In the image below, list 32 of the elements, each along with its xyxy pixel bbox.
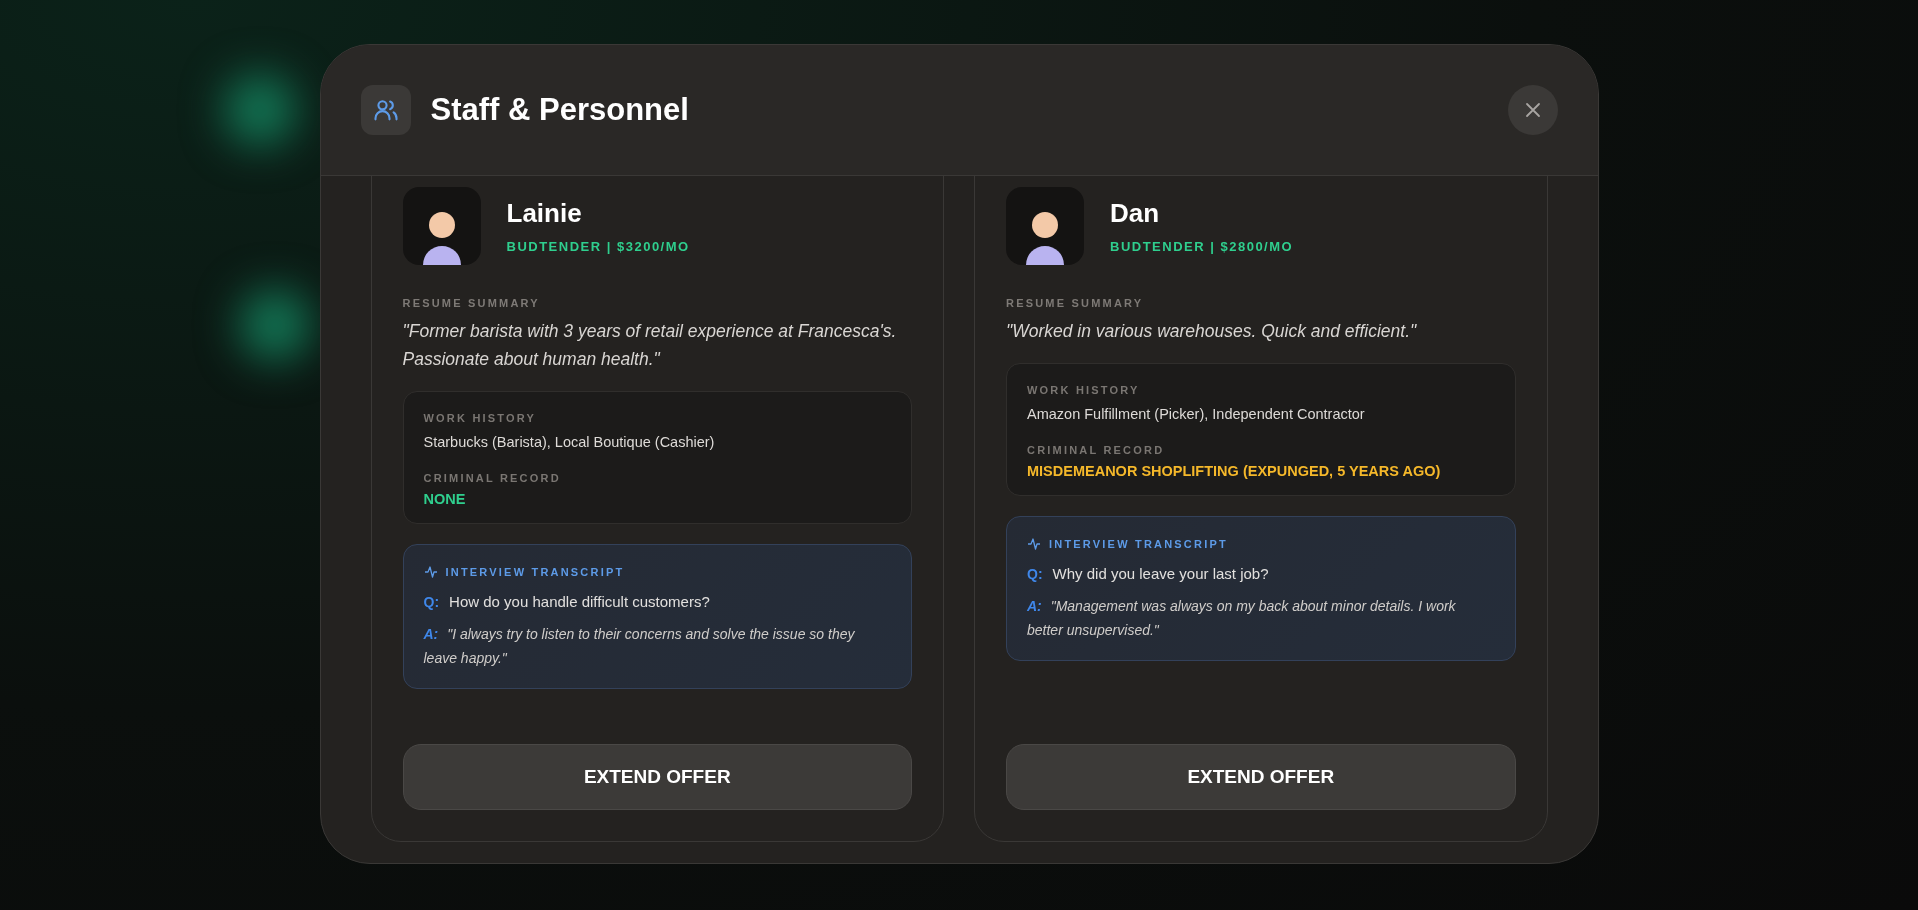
section-label: WORK HISTORY	[1027, 384, 1141, 396]
section-label: RESUME SUMMARY	[402, 297, 541, 309]
answer-text: A: "I always try to listen to their concerns and solve the issue so they leave happy."	[423, 625, 856, 668]
question-label: Q:	[423, 594, 440, 610]
question-text: How do you handle difficult customers?	[449, 593, 710, 610]
pulse-icon	[1027, 537, 1041, 551]
pulse-icon	[423, 565, 438, 579]
work-history: Amazon Fulfillment (Picker), Independent Contractor	[1027, 406, 1366, 422]
answer-text: A: "Management was always on my back about minor details. I work better unsupervised."	[1027, 597, 1457, 640]
role-salary: BUDTENDER | $3200/MO	[506, 239, 690, 254]
section-label: CRIMINAL RECORD	[423, 472, 562, 484]
candidate-name: Dan	[1110, 198, 1161, 229]
criminal-record: NONE	[423, 491, 467, 507]
close-icon	[1523, 101, 1542, 119]
section-label: WORK HISTORY	[423, 412, 538, 424]
section-label: RESUME SUMMARY	[1006, 297, 1145, 309]
question-text: Why did you leave your last job?	[1052, 565, 1269, 582]
work-history: Starbucks (Barista), Local Boutique (Cashier)	[423, 434, 716, 450]
extend-offer-button[interactable]: EXTEND OFFER	[402, 744, 912, 810]
candidate-name: Lainie	[506, 198, 583, 229]
close-button[interactable]	[1507, 85, 1558, 135]
transcript-label: INTERVIEW TRANSCRIPT	[445, 566, 625, 578]
section-label: CRIMINAL RECORD	[1027, 444, 1166, 456]
people-icon	[360, 85, 411, 135]
transcript-label: INTERVIEW TRANSCRIPT	[1049, 538, 1228, 550]
question-label: Q:	[1027, 566, 1043, 582]
criminal-record: MISDEMEANOR SHOPLIFTING (EXPUNGED, 5 YEARS AGO)	[1027, 463, 1442, 479]
extend-offer-button[interactable]: EXTEND OFFER	[1006, 744, 1516, 810]
dialog-title: Staff & Personnel	[430, 92, 690, 128]
resume-summary: "Former barista with 3 years of retail experience at Francesca's. Passionate about human health."	[402, 320, 898, 371]
resume-summary: "Worked in various warehouses. Quick and efficient."	[1006, 320, 1418, 343]
role-salary: BUDTENDER | $2800/MO	[1110, 239, 1294, 254]
